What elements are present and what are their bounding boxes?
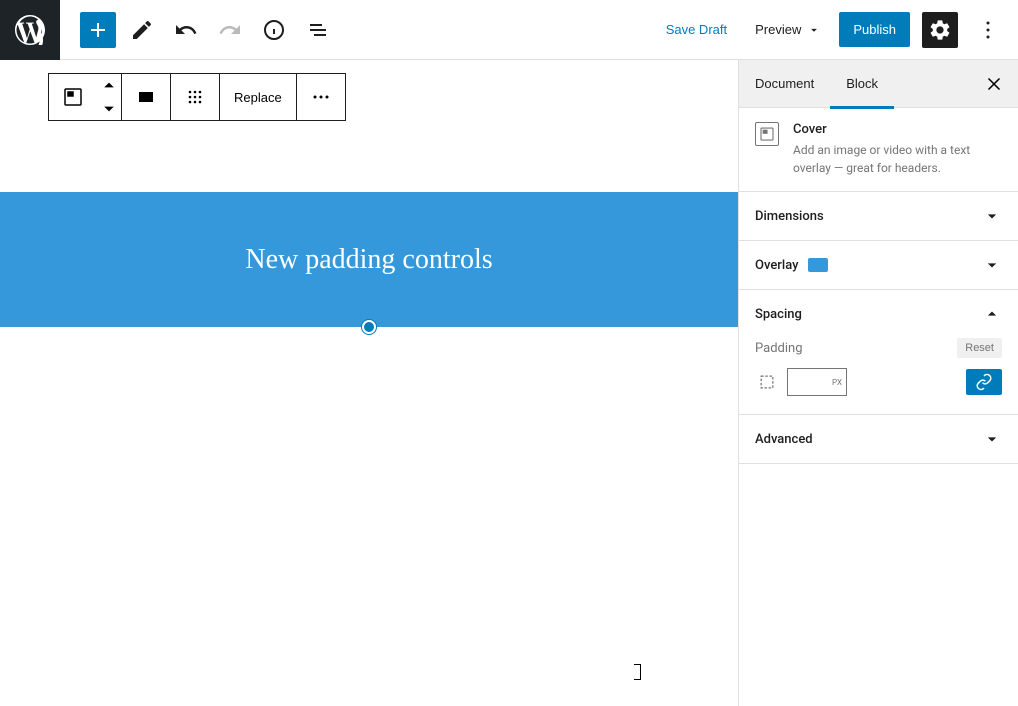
panel-overlay-label: Overlay (755, 258, 798, 273)
chevron-up-icon (982, 304, 1002, 324)
block-name: Cover (793, 122, 1002, 137)
editor-canvas[interactable]: Replace New padding controls (0, 60, 738, 706)
link-sides-toggle[interactable] (966, 369, 1002, 395)
settings-sidebar: Document Block Cover Add an image or vid… (738, 60, 1018, 706)
padding-unit: PX (832, 378, 842, 387)
panel-overlay[interactable]: Overlay (739, 241, 1018, 289)
block-type-button[interactable] (49, 74, 97, 120)
alignment-button[interactable] (122, 74, 170, 120)
link-icon (975, 373, 993, 391)
preview-button[interactable]: Preview (749, 14, 827, 45)
cover-icon (758, 125, 776, 143)
cover-heading[interactable]: New padding controls (245, 244, 492, 276)
panel-dimensions[interactable]: Dimensions (739, 192, 1018, 240)
add-block-button[interactable] (80, 12, 116, 48)
block-more-button[interactable] (297, 74, 345, 120)
move-block-button[interactable] (97, 74, 121, 120)
chevron-down-icon (982, 255, 1002, 275)
block-card-icon (755, 122, 779, 146)
publish-button[interactable]: Publish (839, 12, 910, 47)
chevron-down-icon (982, 206, 1002, 226)
panel-advanced-label: Advanced (755, 432, 813, 447)
chevron-down-icon (807, 23, 821, 37)
padding-sides-icon (755, 370, 779, 394)
close-sidebar-button[interactable] (970, 60, 1018, 108)
save-draft-button[interactable]: Save Draft (656, 14, 737, 45)
align-full-icon (134, 85, 158, 109)
text-cursor (637, 664, 638, 680)
padding-label: Padding (755, 341, 803, 356)
gear-icon (928, 18, 952, 42)
more-horizontal-icon (309, 85, 333, 109)
chevron-up-icon (97, 74, 121, 97)
cover-block[interactable]: New padding controls (0, 192, 738, 327)
block-toolbar: Replace (48, 73, 346, 121)
wordpress-logo[interactable] (0, 0, 60, 60)
chevron-down-icon (982, 429, 1002, 449)
close-icon (983, 73, 1005, 95)
panel-spacing-label: Spacing (755, 307, 802, 322)
panel-spacing[interactable]: Spacing (739, 290, 1018, 338)
more-vertical-icon (976, 18, 1000, 42)
block-description: Add an image or video with a text overla… (793, 141, 1002, 177)
preview-label: Preview (755, 22, 801, 37)
outline-button[interactable] (300, 12, 336, 48)
padding-input[interactable]: PX (787, 368, 847, 396)
settings-button[interactable] (922, 12, 958, 48)
undo-button[interactable] (168, 12, 204, 48)
panel-advanced[interactable]: Advanced (739, 415, 1018, 463)
panel-dimensions-label: Dimensions (755, 209, 824, 224)
tab-document[interactable]: Document (739, 60, 830, 108)
info-button[interactable] (256, 12, 292, 48)
reset-padding-button[interactable]: Reset (957, 338, 1002, 358)
overlay-color-chip (808, 258, 828, 272)
tab-block[interactable]: Block (830, 60, 894, 108)
content-position-button[interactable] (171, 74, 219, 120)
more-options-button[interactable] (970, 12, 1006, 48)
grid-icon (183, 85, 207, 109)
replace-media-button[interactable]: Replace (220, 74, 296, 120)
cover-icon (61, 85, 85, 109)
redo-button[interactable] (212, 12, 248, 48)
resize-handle[interactable] (362, 320, 376, 334)
chevron-down-icon (97, 97, 121, 120)
edit-tool-button[interactable] (124, 12, 160, 48)
